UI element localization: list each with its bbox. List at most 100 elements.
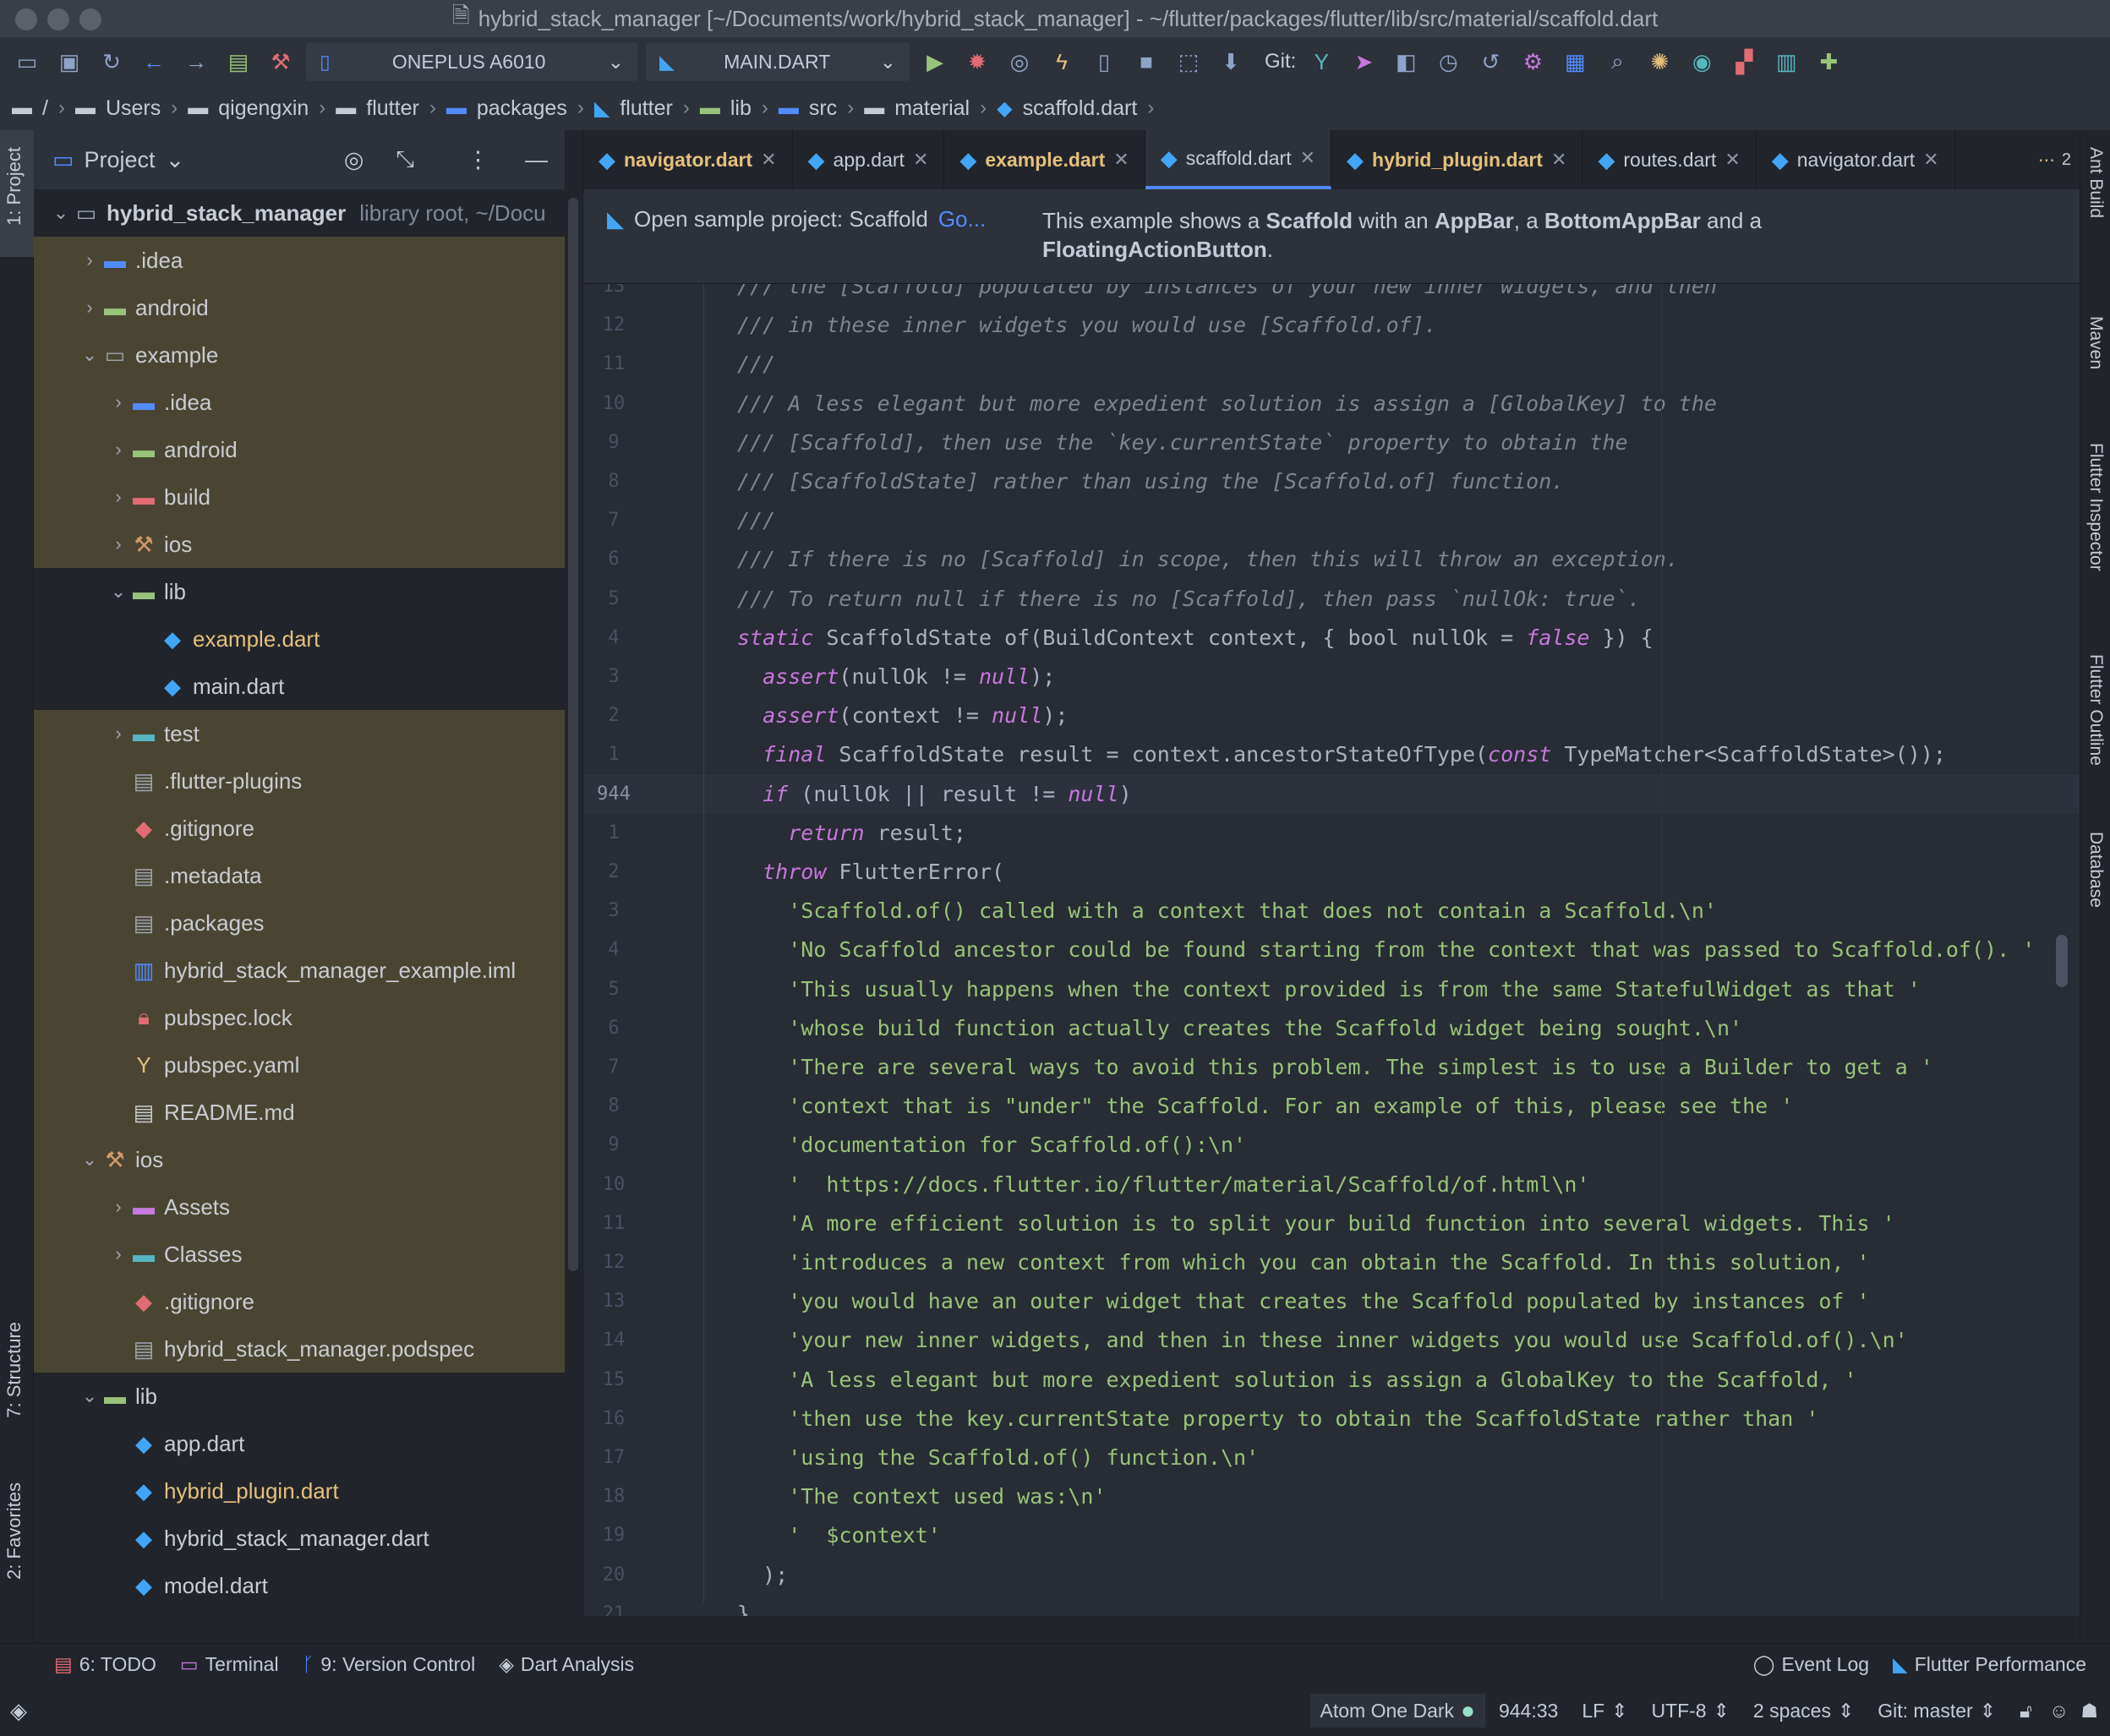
- version-control-tool-button[interactable]: ᚴ 9: Version Control: [303, 1653, 476, 1676]
- chevron-down-icon[interactable]: ⌄: [166, 147, 185, 173]
- close-tab-icon[interactable]: ✕: [1300, 147, 1315, 169]
- avd-icon[interactable]: ⬇: [1214, 45, 1248, 79]
- structure-grid-icon[interactable]: ▦: [1558, 45, 1592, 79]
- flutter-performance-tool-button[interactable]: ◣ Flutter Performance: [1893, 1653, 2086, 1676]
- debug-icon[interactable]: ✹: [960, 45, 994, 79]
- terminal-icon[interactable]: ▤: [221, 45, 255, 79]
- editor-tab[interactable]: ◆ hybrid_plugin.dart ✕: [1331, 130, 1583, 189]
- close-tab-icon[interactable]: ✕: [761, 149, 776, 171]
- sync-icon[interactable]: ↻: [95, 45, 128, 79]
- theme-indicator[interactable]: Atom One Dark ●: [1309, 1694, 1485, 1728]
- tree-item[interactable]: › ▬ build: [34, 473, 565, 521]
- close-window-button[interactable]: [15, 8, 37, 30]
- chevron-down-icon[interactable]: ⌄: [51, 202, 71, 224]
- inspector-icon[interactable]: ◉: [1685, 45, 1719, 79]
- chevron-right-icon[interactable]: ›: [108, 1243, 128, 1265]
- tree-item[interactable]: ▤ .packages: [34, 899, 565, 947]
- line-separator[interactable]: LF ⇕: [1582, 1700, 1627, 1722]
- tree-item[interactable]: ⌄ ▭ hybrid_stack_manager library root, ~/Do…: [34, 189, 565, 237]
- chevron-down-icon[interactable]: ⌄: [79, 344, 100, 366]
- tree-item[interactable]: ▥ hybrid_stack_manager_example.iml: [34, 947, 565, 994]
- indent-setting[interactable]: 2 spaces ⇕: [1753, 1700, 1854, 1722]
- chevron-right-icon[interactable]: ›: [108, 723, 128, 745]
- chevron-right-icon[interactable]: ›: [79, 249, 100, 271]
- tree-item[interactable]: ◆ model.dart: [34, 1562, 565, 1609]
- project-tool-button[interactable]: 1: Project: [3, 147, 25, 226]
- structure-tool-button[interactable]: 7: Structure: [3, 1322, 25, 1418]
- todo-tool-button[interactable]: ▤ 6: TODO: [54, 1653, 156, 1676]
- back-icon[interactable]: ←: [137, 45, 171, 79]
- tree-item[interactable]: › ▬ Classes: [34, 1231, 565, 1278]
- hot-restart-icon[interactable]: ▯: [1087, 45, 1121, 79]
- tree-item[interactable]: ⌄ ▬ lib: [34, 1373, 565, 1420]
- close-tab-icon[interactable]: ✕: [1725, 149, 1740, 171]
- minimize-window-button[interactable]: [47, 8, 69, 30]
- chevron-down-icon[interactable]: ⌄: [79, 1385, 100, 1407]
- editor-tab[interactable]: ◆ routes.dart ✕: [1582, 130, 1757, 189]
- ant-build-tool-button[interactable]: Ant Build: [2085, 147, 2106, 218]
- puzzle-icon[interactable]: ✚: [1812, 45, 1845, 79]
- collapse-all-icon[interactable]: ⤡: [396, 146, 414, 173]
- tree-item[interactable]: ◆ hybrid_plugin.dart: [34, 1467, 565, 1515]
- chevron-down-icon[interactable]: ⌄: [108, 581, 128, 603]
- chevron-right-icon[interactable]: ›: [108, 439, 128, 461]
- code-editor[interactable]: 13/// the [Scaffold] populated by instan…: [583, 284, 2080, 1616]
- git-branch-widget[interactable]: Git: master ⇕: [1878, 1700, 1996, 1722]
- tree-item[interactable]: › ▬ .idea: [34, 237, 565, 284]
- chevron-down-icon[interactable]: ⌄: [79, 1149, 100, 1171]
- breadcrumb-item[interactable]: lib: [730, 96, 752, 121]
- banner-go-link[interactable]: Go...: [938, 206, 986, 232]
- tree-item[interactable]: › ▬ .idea: [34, 379, 565, 426]
- tree-item[interactable]: 🔒︎ pubspec.lock: [34, 994, 565, 1041]
- tree-item[interactable]: ⌄ ▬ lib: [34, 568, 565, 615]
- editor-tab[interactable]: ◆ scaffold.dart ✕: [1145, 130, 1332, 189]
- tree-item[interactable]: ◆ .gitignore: [34, 1278, 565, 1325]
- editor-tab[interactable]: ◆ navigator.dart ✕: [1757, 130, 1955, 189]
- search-icon[interactable]: ⌕: [1600, 45, 1634, 79]
- tree-item[interactable]: ▤ .flutter-plugins: [34, 757, 565, 805]
- editor-tab[interactable]: ◆ app.dart ✕: [793, 130, 945, 189]
- tree-item[interactable]: ◆ app.dart: [34, 1420, 565, 1467]
- tree-item[interactable]: ◆ example.dart: [34, 615, 565, 663]
- chevron-right-icon[interactable]: ›: [108, 533, 128, 555]
- notifications-icon[interactable]: ☗: [2080, 1700, 2098, 1722]
- hide-panel-icon[interactable]: —: [525, 147, 548, 173]
- breadcrumb-item[interactable]: qigengxin: [218, 96, 309, 121]
- breadcrumb-item[interactable]: packages: [477, 96, 567, 121]
- close-tab-icon[interactable]: ✕: [913, 149, 928, 171]
- tree-item[interactable]: ◆ .gitignore: [34, 805, 565, 852]
- run-icon[interactable]: ▶: [918, 45, 952, 79]
- project-scrollbar[interactable]: [565, 130, 583, 1616]
- options-icon[interactable]: ⋮: [467, 147, 489, 173]
- tree-item[interactable]: ⌄ ⚒ ios: [34, 1136, 565, 1183]
- git-branch-icon[interactable]: Y: [1304, 45, 1338, 79]
- tree-item[interactable]: › ▬ android: [34, 426, 565, 473]
- hammer-icon[interactable]: ⚒: [264, 45, 298, 79]
- layers-icon[interactable]: ◈: [10, 1698, 27, 1724]
- flutter-inspector-tool-button[interactable]: Flutter Inspector: [2085, 443, 2106, 571]
- lock-icon[interactable]: 🔓︎: [2020, 1700, 2032, 1722]
- close-tab-icon[interactable]: ✕: [1923, 149, 1938, 171]
- tree-item[interactable]: ⌄ ▭ example: [34, 331, 565, 379]
- file-encoding[interactable]: UTF-8 ⇕: [1651, 1700, 1729, 1722]
- editor-vertical-scrollbar[interactable]: [2056, 935, 2068, 987]
- forward-icon[interactable]: →: [179, 45, 213, 79]
- tree-item[interactable]: › ▬ android: [34, 284, 565, 331]
- breadcrumb-item[interactable]: scaffold.dart: [1023, 96, 1138, 121]
- breadcrumb-item[interactable]: src: [809, 96, 837, 121]
- tree-item[interactable]: ◆ hybrid_stack_manager.dart: [34, 1515, 565, 1562]
- git-revert-icon[interactable]: ↺: [1473, 45, 1507, 79]
- hot-reload-icon[interactable]: ϟ: [1045, 45, 1079, 79]
- open-folder-icon[interactable]: ▭: [10, 45, 44, 79]
- close-tab-icon[interactable]: ✕: [1113, 149, 1129, 171]
- flutter-outline-tool-button[interactable]: Flutter Outline: [2085, 654, 2106, 766]
- tree-item[interactable]: › ▬ Assets: [34, 1183, 565, 1231]
- close-tab-icon[interactable]: ✕: [1551, 149, 1566, 171]
- chevron-right-icon[interactable]: ›: [79, 297, 100, 319]
- profile-icon[interactable]: ◎: [1003, 45, 1036, 79]
- git-push-icon[interactable]: ➤: [1347, 45, 1380, 79]
- settings-icon[interactable]: ⚙: [1516, 45, 1550, 79]
- breadcrumb-item[interactable]: flutter: [620, 96, 673, 121]
- tree-item[interactable]: › ▬ test: [34, 710, 565, 757]
- layout-icon[interactable]: ▞: [1727, 45, 1761, 79]
